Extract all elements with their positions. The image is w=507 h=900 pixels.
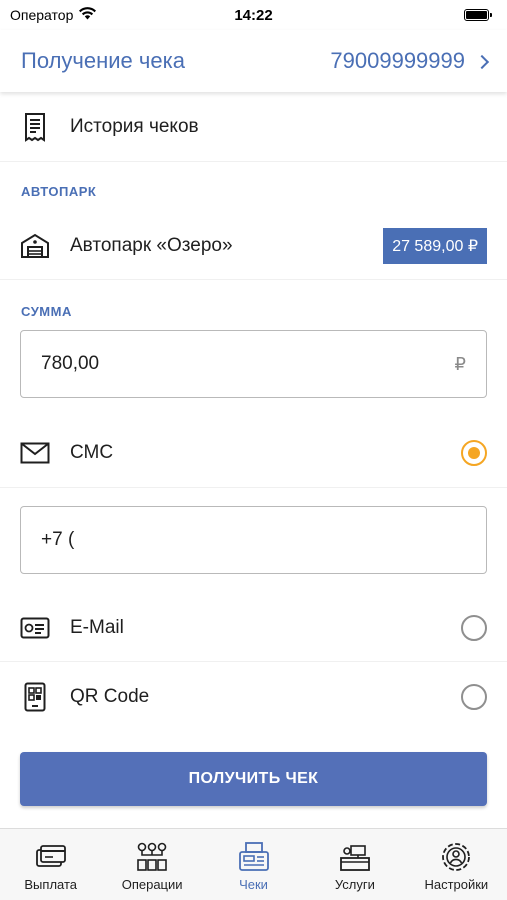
fleet-section-label: АВТОПАРК [21,184,97,199]
qr-option-row[interactable]: QR Code [0,662,507,732]
tab-receipts-label: Чеки [239,877,268,892]
nav-header: Получение чека 79009999999 [0,30,507,92]
sms-radio[interactable] [461,439,487,466]
wifi-icon [79,7,97,23]
tab-bar: Выплата Операции Чеки Услуги Настройки [0,828,507,900]
status-left: Оператор [10,7,97,23]
account-selector[interactable]: 79009999999 [330,48,490,74]
tab-payout-label: Выплата [24,877,78,892]
operations-icon [135,841,169,873]
currency-symbol: ₽ [454,353,466,374]
amount-section-label: СУММА [21,304,72,319]
amount-input[interactable]: 780,00 ₽ [20,330,487,398]
garage-icon [20,231,50,261]
tab-payout[interactable]: Выплата [0,829,101,900]
email-option-row[interactable]: E-Mail [0,594,507,662]
settings-icon [439,841,473,873]
envelope-icon [20,438,50,468]
tab-receipts[interactable]: Чеки [203,829,304,900]
qr-label: QR Code [70,686,150,707]
account-phone: 79009999999 [330,48,465,73]
phone-input[interactable]: +7 ( [20,506,487,574]
email-label: E-Mail [70,616,124,638]
amount-value: 780,00 [41,353,100,374]
tab-operations-label: Операции [121,877,183,892]
sms-option-row[interactable]: СМС [0,418,507,488]
services-icon [338,841,372,873]
receipt-history-label: История чеков [70,115,199,137]
receipts-icon [237,841,271,873]
fleet-row[interactable]: Автопарк «Озеро» 27 589,00 ₽ [0,212,507,280]
tab-settings[interactable]: Настройки [406,829,507,900]
sms-label: СМС [70,441,114,463]
tab-services-label: Услуги [334,877,375,892]
get-receipt-button[interactable]: ПОЛУЧИТЬ ЧЕК [20,752,487,806]
fleet-name: Автопарк «Озеро» [70,234,233,256]
payout-icon [34,841,68,873]
chevron-right-icon [474,54,490,69]
qr-phone-icon [20,682,50,712]
tab-services[interactable]: Услуги [304,829,405,900]
fleet-balance-badge: 27 589,00 ₽ [383,227,487,264]
carrier-label: Оператор [10,7,74,23]
qr-radio[interactable] [461,684,487,710]
tab-settings-label: Настройки [424,877,489,892]
email-radio[interactable] [461,614,487,641]
battery-icon [464,9,492,21]
receipt-history-row[interactable]: История чеков [0,92,507,162]
phone-value: +7 ( [41,529,75,550]
receipt-icon [20,112,50,142]
email-card-icon [20,613,50,643]
status-bar: Оператор 14:22 [0,0,507,30]
content: История чеков АВТОПАРК Автопарк «Озеро» … [0,92,507,828]
page-title: Получение чека [21,48,185,73]
tab-operations[interactable]: Операции [101,829,202,900]
